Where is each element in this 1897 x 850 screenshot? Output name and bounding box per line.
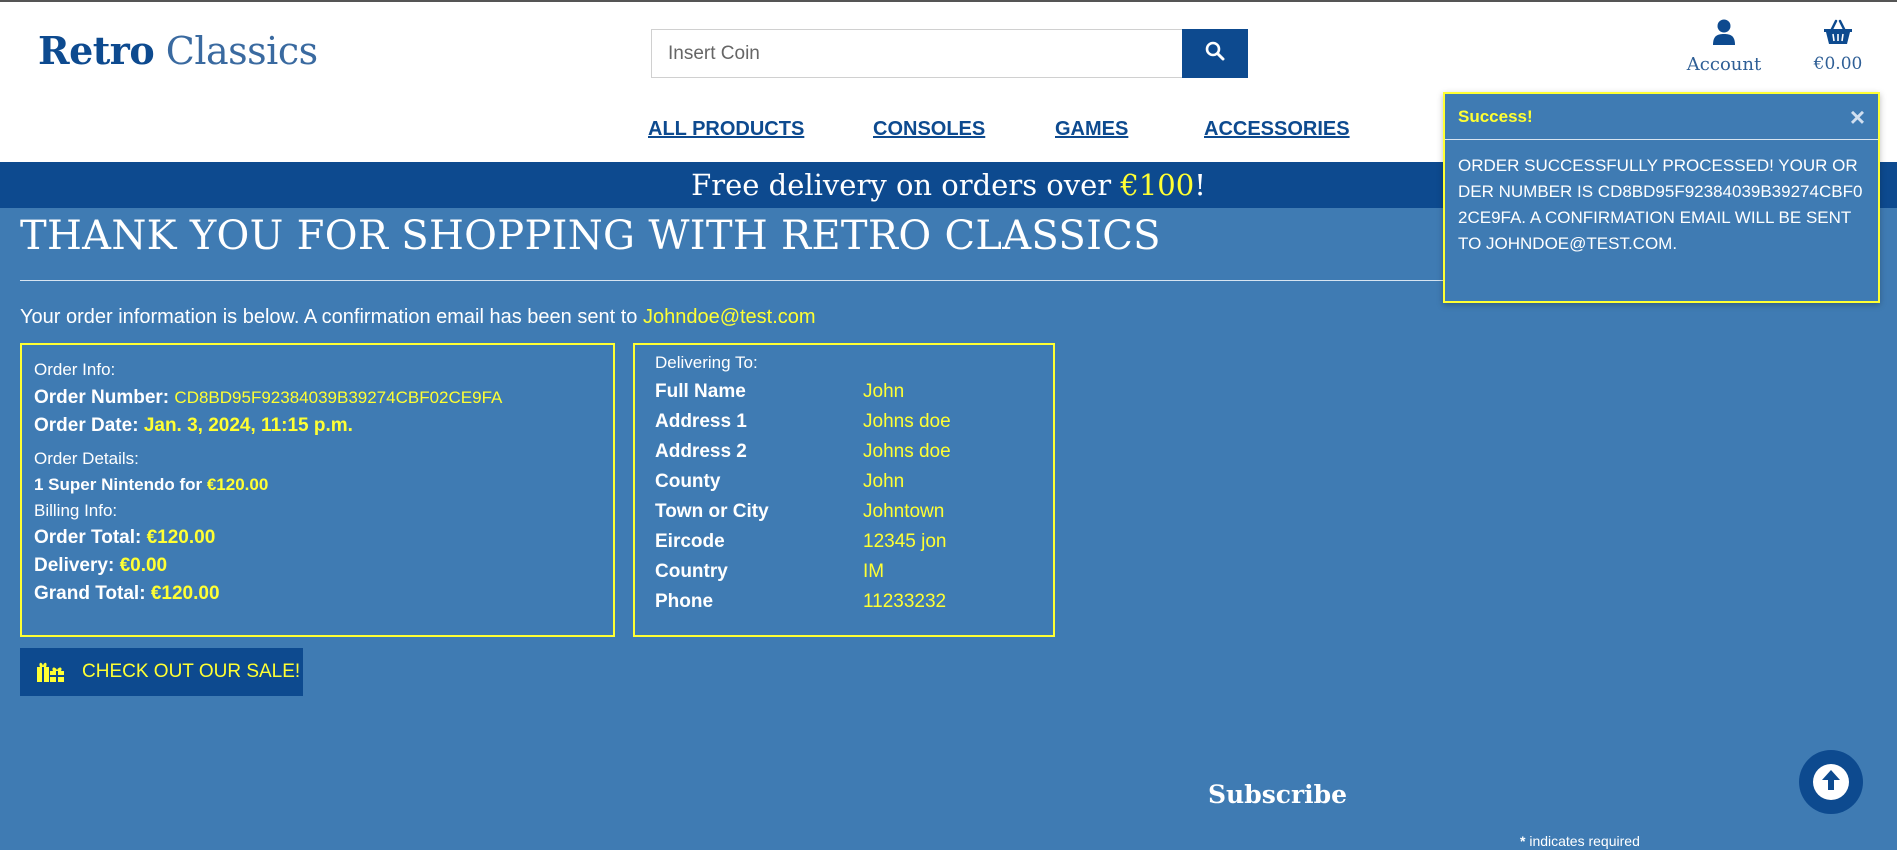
order-total-row: Order Total: €120.00 <box>34 527 601 549</box>
cart-link[interactable]: €0.00 <box>1800 19 1876 74</box>
arrow-up-icon <box>1820 768 1842 797</box>
order-number-row: Order Number: CD8BD95F92384039B39274CBF0… <box>34 387 601 409</box>
delivery-value: Johns doe <box>863 441 951 462</box>
delivery-row-address-2: Address 2 Johns doe <box>655 437 1033 467</box>
nav-consoles[interactable]: CONSOLES <box>873 118 985 141</box>
order-number-label: Order Number: <box>34 387 170 408</box>
grand-total-row: Grand Total: €120.00 <box>34 583 601 605</box>
delivery-key: Town or City <box>655 501 769 522</box>
delivery-key: Address 1 <box>655 411 747 432</box>
nav-accessories[interactable]: ACCESSORIES <box>1204 118 1350 141</box>
banner-amount: €100 <box>1120 168 1195 202</box>
delivery-row-country: Country IM <box>655 557 1033 587</box>
success-toast: Success! × ORDER SUCCESSFULLY PROCESSED!… <box>1443 92 1880 303</box>
delivery-cost-row: Delivery: €0.00 <box>34 555 601 577</box>
banner-suffix: ! <box>1194 168 1206 202</box>
toast-title: Success! <box>1458 106 1533 126</box>
confirmation-email: Johndoe@test.com <box>642 306 816 328</box>
order-date-row: Order Date: Jan. 3, 2024, 11:15 p.m. <box>34 415 601 437</box>
billing-info-label: Billing Info: <box>34 501 118 520</box>
title-divider <box>20 280 1520 281</box>
required-note: * indicates required <box>1520 833 1640 849</box>
delivery-cost-value: €0.00 <box>119 555 168 576</box>
order-line-item: 1 Super Nintendo for €120.00 <box>34 475 601 495</box>
delivery-row-phone: Phone 11233232 <box>655 587 1033 617</box>
nav-all-products[interactable]: ALL PRODUCTS <box>648 118 804 141</box>
delivery-value: IM <box>863 561 885 582</box>
toast-close-button[interactable]: × <box>1850 104 1865 130</box>
logo-text-classics: Classics <box>165 29 318 73</box>
delivery-key: Address 2 <box>655 441 747 462</box>
delivery-row-full-name: Full Name John <box>655 377 1033 407</box>
gifts-icon <box>36 661 66 683</box>
delivery-value: 11233232 <box>863 591 947 612</box>
confirmation-intro: Your order information is below. A confi… <box>20 306 816 329</box>
delivery-value: Johntown <box>863 501 945 522</box>
banner-text: Free delivery on orders over <box>691 168 1121 202</box>
sale-button[interactable]: CHECK OUT OUR SALE! <box>20 648 303 696</box>
delivery-info-box: Delivering To: Full Name John Address 1 Jo… <box>633 343 1055 637</box>
delivery-key: Phone <box>655 591 714 612</box>
search-input[interactable] <box>651 29 1182 78</box>
account-link[interactable]: Account <box>1680 19 1768 75</box>
delivery-value: Johns doe <box>863 411 951 432</box>
delivery-key: Country <box>655 561 728 582</box>
toast-message: ORDER SUCCESSFULLY PROCESSED! YOUR ORDER… <box>1458 156 1863 253</box>
order-details-label: Order Details: <box>34 449 139 468</box>
delivery-value: 12345 jon <box>863 531 947 552</box>
delivery-value: John <box>863 381 905 402</box>
search-button[interactable] <box>1182 29 1248 78</box>
site-logo[interactable]: Retro Classics <box>38 28 318 73</box>
delivery-row-address-1: Address 1 Johns doe <box>655 407 1033 437</box>
order-number-value: CD8BD95F92384039B39274CBF02CE9FA <box>174 388 503 407</box>
order-date-label: Order Date: <box>34 415 139 436</box>
toast-header: Success! × <box>1445 94 1878 140</box>
grand-total-label: Grand Total: <box>34 583 146 604</box>
order-total-label: Order Total: <box>34 527 142 548</box>
logo-text-retro: Retro <box>38 28 155 73</box>
search-icon <box>1205 41 1225 66</box>
order-info-label: Order Info: <box>34 360 116 379</box>
required-note-text: indicates required <box>1525 833 1640 849</box>
order-item-price: €120.00 <box>206 475 269 494</box>
basket-icon <box>1823 19 1853 50</box>
intro-text: Your order information is below. A confi… <box>20 306 643 328</box>
grand-total-value: €120.00 <box>150 583 220 604</box>
order-item-text: 1 Super Nintendo for <box>34 475 207 494</box>
account-label: Account <box>1686 54 1762 75</box>
cart-total: €0.00 <box>1813 54 1863 74</box>
back-to-top-button[interactable] <box>1799 750 1863 814</box>
nav-games[interactable]: GAMES <box>1055 118 1128 141</box>
order-total-value: €120.00 <box>146 527 216 548</box>
search-form <box>651 29 1248 78</box>
page-title: THANK YOU FOR SHOPPING WITH RETRO CLASSI… <box>20 213 1161 259</box>
delivery-value: John <box>863 471 905 492</box>
delivery-row-eircode: Eircode 12345 jon <box>655 527 1033 557</box>
delivery-key: Eircode <box>655 531 725 552</box>
delivery-row-county: County John <box>655 467 1033 497</box>
user-icon <box>1713 19 1735 50</box>
delivery-cost-label: Delivery: <box>34 555 115 576</box>
delivering-to-label: Delivering To: <box>655 353 758 372</box>
subscribe-heading: Subscribe <box>1208 780 1348 809</box>
delivery-row-town: Town or City Johntown <box>655 497 1033 527</box>
delivery-key: County <box>655 471 721 492</box>
order-info-box: Order Info: Order Number: CD8BD95F923840… <box>20 343 615 637</box>
delivery-key: Full Name <box>655 381 746 402</box>
order-date-value: Jan. 3, 2024, 11:15 p.m. <box>143 415 353 436</box>
sale-button-label: CHECK OUT OUR SALE! <box>82 661 301 682</box>
